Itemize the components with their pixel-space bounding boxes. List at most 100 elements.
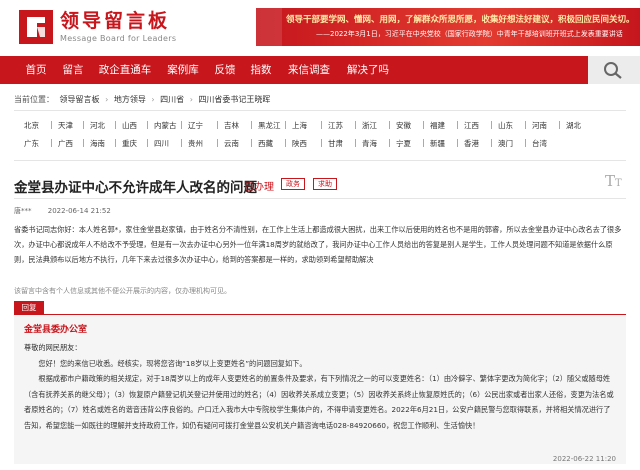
- text-size-icon[interactable]: TT: [605, 172, 622, 190]
- region-divider: [217, 121, 218, 129]
- region-link[interactable]: 香港: [464, 138, 479, 149]
- logo-subtitle: Message Board for Leaders: [60, 34, 177, 43]
- region-link[interactable]: 贵州: [188, 138, 203, 149]
- region-link[interactable]: 西藏: [258, 138, 273, 149]
- breadcrumb-separator: ›: [189, 95, 193, 104]
- reply-text: 尊敬的网民朋友： 您好！您的来信已收悉。经核实，现将您咨询“18岁以上变更姓名”…: [24, 340, 616, 433]
- main-nav: 首页 留言 政企直通车 案例库 反馈 指数 来信调查 解决了吗: [0, 56, 640, 84]
- nav-enterprise[interactable]: 政企直通车: [92, 56, 158, 84]
- nav-feedback[interactable]: 反馈: [208, 56, 242, 84]
- message-title: 金堂县办证中心不允许成年人改名的问题: [14, 180, 257, 196]
- region-link[interactable]: 云南: [224, 138, 239, 149]
- divider: [14, 160, 626, 161]
- quote-banner: 领导干部要学网、懂网、用网，了解群众所思所愿，收集好想法好建议，积极回应民间关切…: [256, 8, 640, 46]
- region-divider: [181, 139, 182, 147]
- banner-source: ——2022年3月1日，习近平在中央党校（国家行政学院）中青年干部培训班开班式上…: [316, 30, 623, 38]
- region-link[interactable]: 江苏: [328, 120, 343, 131]
- region-divider: [355, 139, 356, 147]
- region-divider: [181, 121, 182, 129]
- region-link[interactable]: 天津: [58, 120, 73, 131]
- region-link[interactable]: 新疆: [430, 138, 445, 149]
- reply-paragraph: 根据成都市户籍政策的相关规定，对于18周岁以上的成年人变更姓名的前置条件及要求，…: [24, 374, 614, 430]
- divider: [14, 198, 626, 199]
- region-divider: [525, 139, 526, 147]
- region-selector: 北京 天津 河北 山西 内蒙古 辽宁 吉林 黑龙江 上海 江苏 浙江 安徽 福建 江西 山东 河南 湖北广东 广西…: [14, 114, 626, 154]
- region-link[interactable]: 海南: [90, 138, 105, 149]
- site-header: 领导留言板 Message Board for Leaders 领导干部要学网、…: [0, 0, 640, 56]
- region-link[interactable]: 广东: [24, 138, 39, 149]
- region-divider: [457, 139, 458, 147]
- region-link[interactable]: 河北: [90, 120, 105, 131]
- nav-index[interactable]: 指数: [244, 56, 278, 84]
- nav-home[interactable]: 首页: [18, 56, 54, 84]
- breadcrumb-item[interactable]: 四川省委书记王晓晖: [198, 95, 270, 104]
- region-divider: [423, 139, 424, 147]
- message-meta: 唐*** 2022-06-14 21:52: [14, 206, 111, 216]
- region-link[interactable]: 内蒙古: [154, 120, 177, 131]
- region-link[interactable]: 台湾: [532, 138, 547, 149]
- reply-box: 金堂县委办公室 尊敬的网民朋友： 您好！您的来信已收悉。经核实，现将您咨询“18…: [14, 314, 626, 464]
- tag-help[interactable]: 求助: [313, 178, 337, 190]
- banner-decoration: [256, 8, 282, 46]
- region-link[interactable]: 广西: [58, 138, 73, 149]
- tag-government[interactable]: 政务: [281, 178, 305, 190]
- region-link[interactable]: 山西: [122, 120, 137, 131]
- region-divider: [251, 139, 252, 147]
- reply-greeting: 尊敬的网民朋友：: [24, 343, 82, 352]
- region-divider: [389, 139, 390, 147]
- reply-label: 回复: [14, 301, 44, 314]
- region-link[interactable]: 福建: [430, 120, 445, 131]
- privacy-notice: 该留言中含有个人信息或其他不便公开展示的内容，仅办理机构可见。: [14, 287, 231, 295]
- region-link[interactable]: 澳门: [498, 138, 513, 149]
- breadcrumb-item[interactable]: 地方领导: [114, 95, 146, 104]
- status-badge: 已办理: [244, 182, 274, 193]
- region-link[interactable]: 吉林: [224, 120, 239, 131]
- region-divider: [525, 121, 526, 129]
- breadcrumb-separator: ›: [105, 95, 109, 104]
- region-divider: [389, 121, 390, 129]
- message-body: 省委书记同志你好：本人姓名郭*，家住金堂县赵家镇，由于姓名分不清性别，在工作上生…: [14, 225, 622, 264]
- region-link[interactable]: 辽宁: [188, 120, 203, 131]
- breadcrumb-item[interactable]: 四川省: [160, 95, 184, 104]
- region-link[interactable]: 江西: [464, 120, 479, 131]
- breadcrumb-prefix: 当前位置：: [14, 95, 54, 104]
- region-link[interactable]: 浙江: [362, 120, 377, 131]
- region-divider: [285, 139, 286, 147]
- region-divider: [83, 121, 84, 129]
- site-logo[interactable]: 领导留言板 Message Board for Leaders: [18, 9, 218, 49]
- region-link[interactable]: 陕西: [292, 138, 307, 149]
- region-link[interactable]: 北京: [24, 120, 39, 131]
- search-icon: [604, 62, 622, 79]
- region-divider: [423, 121, 424, 129]
- breadcrumb-separator: ›: [151, 95, 155, 104]
- region-divider: [51, 121, 52, 129]
- region-divider: [491, 139, 492, 147]
- logo-mark-icon: [19, 10, 53, 44]
- region-link[interactable]: 甘肃: [328, 138, 343, 149]
- region-divider: [115, 121, 116, 129]
- nav-solved[interactable]: 解决了吗: [340, 56, 396, 84]
- post-time: 2022-06-14 21:52: [47, 207, 111, 215]
- region-divider: [321, 121, 322, 129]
- region-link[interactable]: 青海: [362, 138, 377, 149]
- search-button[interactable]: [588, 56, 640, 84]
- region-link[interactable]: 上海: [292, 120, 307, 131]
- reply-paragraph: 您好！您的来信已收悉。经核实，现将您咨询“18岁以上变更姓名”的问题回复如下。: [38, 358, 307, 368]
- region-divider: [559, 121, 560, 129]
- region-divider: [285, 121, 286, 129]
- breadcrumb-item[interactable]: 领导留言板: [60, 95, 100, 104]
- region-link[interactable]: 四川: [154, 138, 169, 149]
- region-link[interactable]: 重庆: [122, 138, 137, 149]
- region-link[interactable]: 山东: [498, 120, 513, 131]
- region-link[interactable]: 安徽: [396, 120, 411, 131]
- nav-message[interactable]: 留言: [56, 56, 90, 84]
- region-link[interactable]: 湖北: [566, 120, 581, 131]
- breadcrumb: 当前位置： 领导留言板 › 地方领导 › 四川省 › 四川省委书记王晓晖: [14, 94, 273, 105]
- nav-cases[interactable]: 案例库: [160, 56, 206, 84]
- nav-survey[interactable]: 来信调查: [282, 56, 336, 84]
- region-link[interactable]: 黑龙江: [258, 120, 281, 131]
- region-link[interactable]: 宁夏: [396, 138, 411, 149]
- divider: [14, 110, 626, 111]
- banner-quote: 领导干部要学网、懂网、用网，了解群众所思所愿，收集好想法好建议，积极回应民间关切…: [286, 15, 635, 25]
- region-link[interactable]: 河南: [532, 120, 547, 131]
